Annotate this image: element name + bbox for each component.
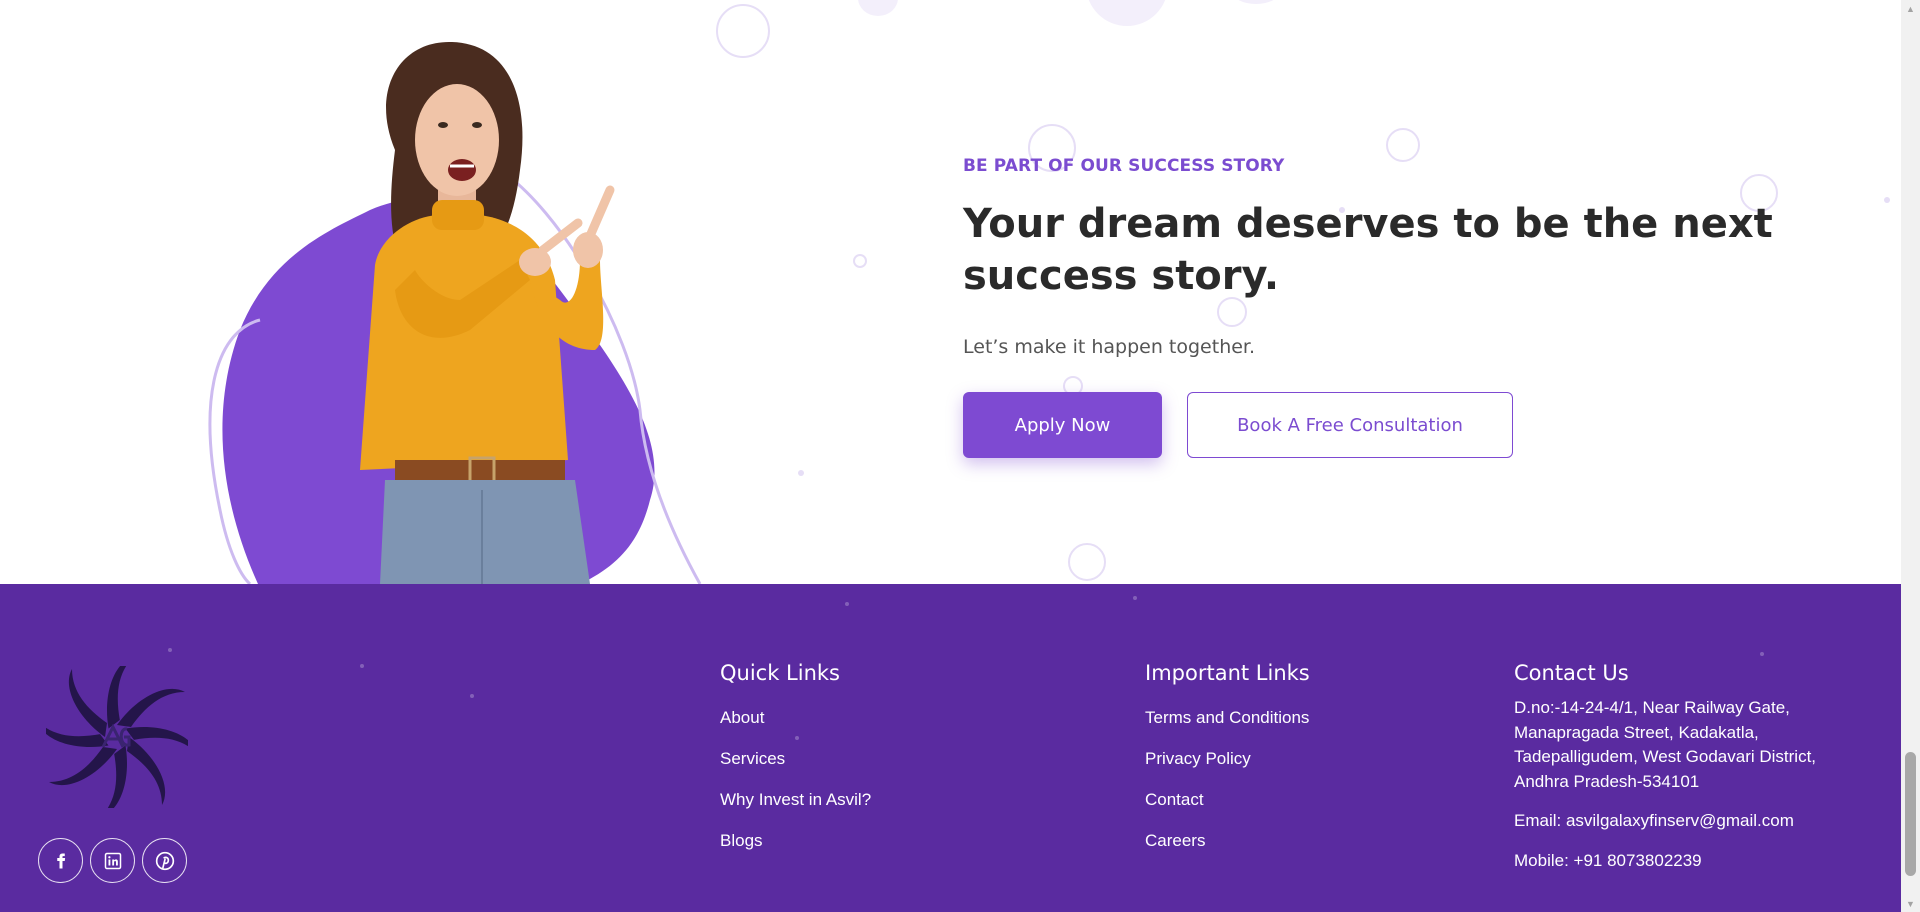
cta-headline: Your dream deserves to be the next succe… <box>963 201 1773 299</box>
woman-pointing-illustration <box>208 41 702 584</box>
footer-link-contact[interactable]: Contact <box>1145 790 1309 831</box>
decor-dot <box>1133 596 1137 600</box>
scrollbar-thumb[interactable] <box>1905 752 1916 876</box>
contact-address: D.no:-14-24-4/1, Near Railway Gate, Mana… <box>1514 698 1817 791</box>
footer-link-terms[interactable]: Terms and Conditions <box>1145 708 1309 749</box>
decor-dot <box>1884 197 1890 203</box>
decor-bubble <box>1232 0 1280 4</box>
decor-bubble <box>858 0 898 16</box>
decor-dot <box>798 470 804 476</box>
decor-bubble <box>1068 543 1106 581</box>
cta-eyebrow: BE PART OF OUR SUCCESS STORY <box>963 156 1285 176</box>
footer: Quick Links About Services Why Invest in… <box>0 584 1901 912</box>
footer-link-privacy[interactable]: Privacy Policy <box>1145 749 1309 790</box>
decor-bubble <box>1386 128 1420 162</box>
important-links-list: Terms and Conditions Privacy Policy Cont… <box>1145 708 1309 872</box>
decor-dot <box>470 694 474 698</box>
footer-link-why-invest[interactable]: Why Invest in Asvil? <box>720 790 871 831</box>
scroll-up-arrow-icon[interactable]: ▲ <box>1901 0 1920 17</box>
decor-bubble <box>853 254 867 268</box>
footer-link-careers[interactable]: Careers <box>1145 831 1309 872</box>
important-links-title: Important Links <box>1145 661 1310 685</box>
decor-dot <box>845 602 849 606</box>
cta-subhead: Let’s make it happen together. <box>963 336 1256 358</box>
footer-link-about[interactable]: About <box>720 708 871 749</box>
decor-dot <box>360 664 364 668</box>
linkedin-link[interactable] <box>90 838 135 883</box>
contact-mobile[interactable]: Mobile: +91 8073802239 <box>1514 849 1844 874</box>
contact-title: Contact Us <box>1514 661 1629 685</box>
decor-dot <box>168 648 172 652</box>
facebook-icon <box>56 853 65 868</box>
apply-now-button[interactable]: Apply Now <box>963 392 1162 458</box>
asvil-logo <box>46 666 188 808</box>
decor-bubble <box>1086 0 1168 26</box>
social-links <box>38 838 187 883</box>
footer-link-blogs[interactable]: Blogs <box>720 831 871 872</box>
linkedin-icon <box>104 852 121 869</box>
cta-section: BE PART OF OUR SUCCESS STORY Your dream … <box>0 0 1901 584</box>
decor-dot <box>1760 652 1764 656</box>
contact-email[interactable]: Email: asvilgalaxyfinserv@gmail.com <box>1514 809 1844 834</box>
page: BE PART OF OUR SUCCESS STORY Your dream … <box>0 0 1901 912</box>
pinterest-link[interactable] <box>142 838 187 883</box>
quick-links-list: About Services Why Invest in Asvil? Blog… <box>720 708 871 872</box>
quick-links-title: Quick Links <box>720 661 841 685</box>
facebook-link[interactable] <box>38 838 83 883</box>
vertical-scrollbar[interactable]: ▲ ▼ <box>1901 0 1920 912</box>
book-consultation-button[interactable]: Book A Free Consultation <box>1187 392 1513 458</box>
pinterest-icon <box>155 851 174 870</box>
scroll-down-arrow-icon[interactable]: ▼ <box>1901 895 1920 912</box>
footer-link-services[interactable]: Services <box>720 749 871 790</box>
